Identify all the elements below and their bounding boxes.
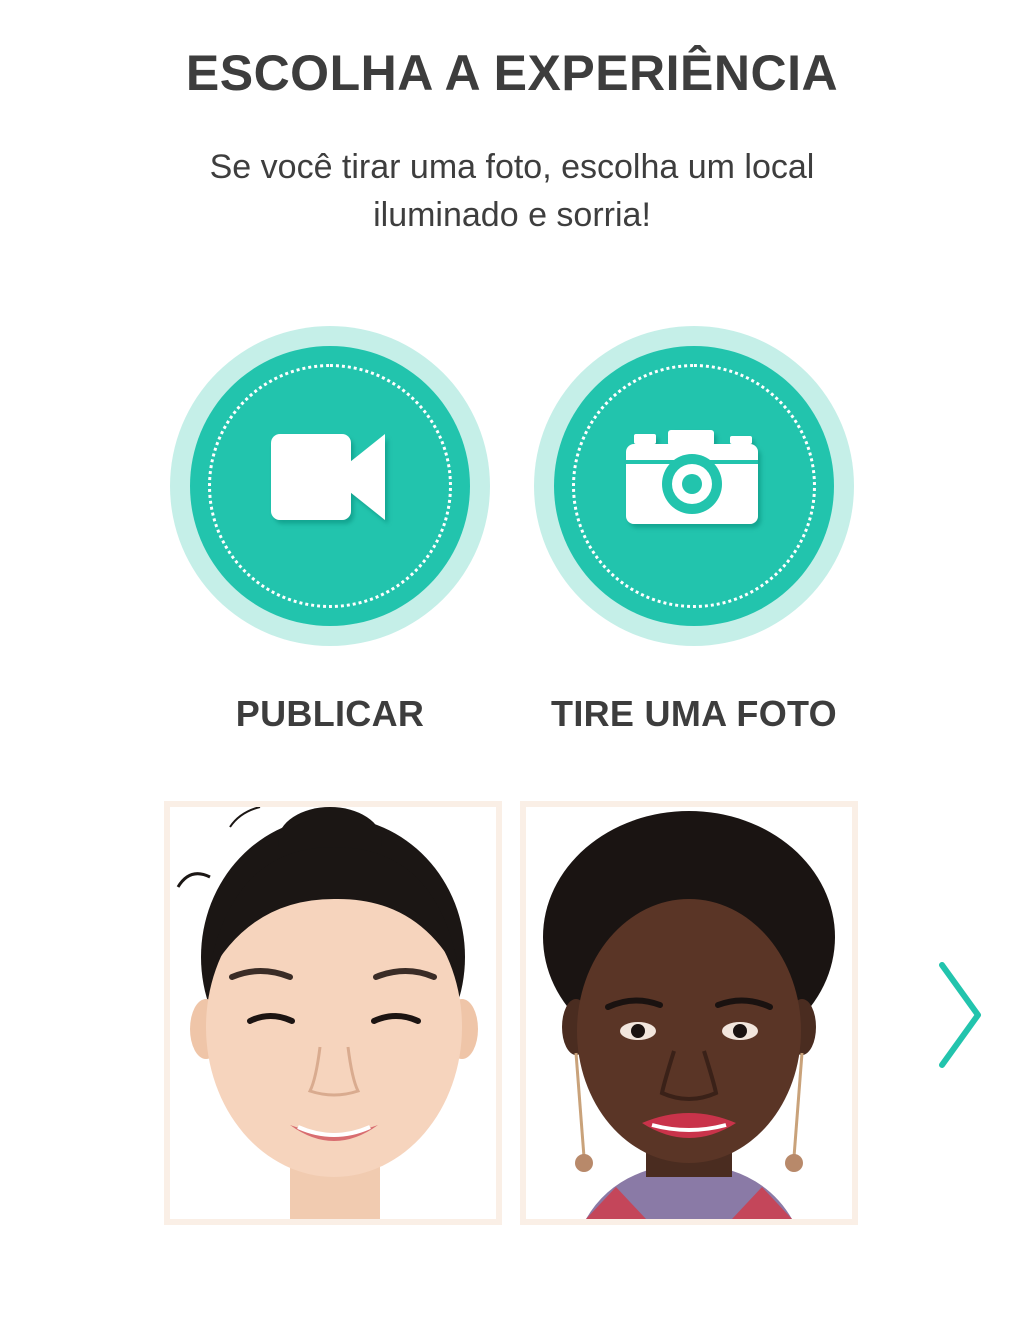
model-photo-2: [526, 807, 852, 1219]
publicar-label[interactable]: PUBLICAR: [170, 693, 490, 735]
photo-camera-icon: [626, 430, 758, 524]
model-card-2[interactable]: [520, 801, 858, 1225]
page-title: ESCOLHA A EXPERIÊNCIA: [185, 45, 839, 101]
publicar-button[interactable]: [170, 326, 490, 646]
video-camera-icon: [271, 434, 385, 520]
page-subtitle: Se você tirar uma foto, escolha um local…: [209, 148, 815, 234]
tire-uma-foto-button[interactable]: [534, 326, 854, 646]
model-photo-1: [170, 807, 496, 1219]
chevron-right-icon[interactable]: [930, 955, 990, 1075]
tire-uma-foto-label[interactable]: TIRE UMA FOTO: [534, 693, 854, 735]
model-card-1[interactable]: [164, 801, 502, 1225]
